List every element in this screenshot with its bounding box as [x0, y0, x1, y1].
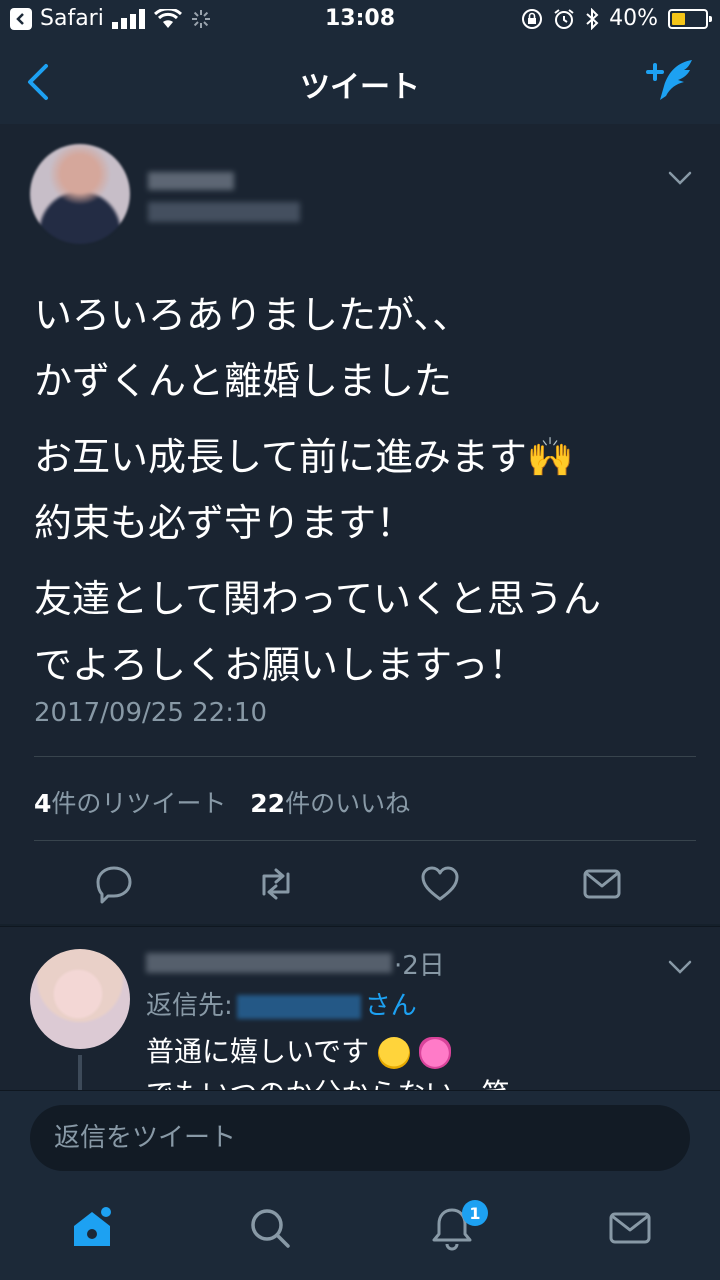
bluetooth-icon — [586, 7, 599, 30]
retweet-label: 件のリツイート — [51, 789, 227, 818]
reply-text-line: 普通に嬉しいです — [146, 1035, 370, 1068]
like-label: 件のいいね — [285, 789, 411, 818]
reply-composer — [0, 1090, 720, 1187]
tweet-stats: 4件のリツイート 22件のいいね — [34, 784, 410, 820]
thread-line — [78, 1055, 82, 1091]
avatar[interactable] — [30, 144, 130, 244]
tweet-line: お互い成長して前に進みます🙌 — [34, 435, 575, 479]
reply-to-prefix: 返信先: — [146, 991, 233, 1021]
like-count: 22 — [250, 789, 286, 818]
retweet-stat[interactable]: 4件のリツイート — [34, 789, 226, 818]
chevron-down-icon[interactable] — [666, 168, 694, 188]
status-bar: Safari 13:08 40% — [0, 0, 720, 40]
direct-message-icon[interactable] — [582, 864, 622, 904]
reply-tweet[interactable]: ·2日 返信先: さん 普通に嬉しいです でもいつのか分からない 笑 — [0, 926, 720, 1091]
retweet-count: 4 — [34, 789, 52, 818]
messages-icon[interactable] — [606, 1204, 654, 1252]
reply-avatar[interactable] — [30, 949, 130, 1049]
tweet-line: かずくんと離婚しました — [34, 359, 453, 403]
tweet-line: いろいろありましたが、、 — [34, 293, 471, 337]
display-name-redacted[interactable] — [148, 172, 234, 190]
reply-text-line: でもいつのか分からない 笑 — [146, 1073, 509, 1091]
retweet-icon[interactable] — [256, 864, 296, 904]
divider — [34, 756, 696, 757]
tweet-text: いろいろありましたが、、 かずくんと離婚しました お互い成長して前に進みます🙌 … — [34, 284, 694, 700]
reply-name-redacted[interactable] — [146, 953, 392, 973]
reply-time: ·2日 — [394, 951, 445, 981]
alarm-icon — [554, 8, 574, 29]
reply-to: 返信先: さん — [146, 985, 417, 1022]
battery-percent: 40% — [609, 6, 658, 31]
search-icon[interactable] — [246, 1204, 294, 1252]
reply-text: 普通に嬉しいです でもいつのか分からない 笑 — [146, 1031, 509, 1091]
orientation-lock-icon — [522, 8, 543, 29]
nav-bar: ツイート — [0, 40, 720, 125]
mention-redacted[interactable] — [236, 994, 361, 1019]
notification-badge: 1 — [462, 1200, 488, 1226]
battery-icon — [668, 8, 712, 29]
tweet-line: でよろしくお願いしますっ！ — [34, 643, 527, 687]
reply-icon[interactable] — [94, 864, 134, 904]
reply-to-suffix[interactable]: さん — [365, 991, 417, 1021]
reply-input[interactable] — [30, 1105, 690, 1171]
like-stat[interactable]: 22件のいいね — [250, 789, 410, 818]
tweet-actions — [0, 840, 720, 924]
tweet-timestamp: 2017/09/25 22:10 — [34, 698, 268, 728]
home-icon[interactable] — [68, 1204, 116, 1252]
winking-tongue-emoji-icon — [378, 1037, 411, 1069]
reply-line-1: 普通に嬉しいです — [146, 1031, 509, 1073]
battery-level — [672, 12, 685, 25]
tab-bar — [0, 1186, 720, 1280]
pink-heart-emoji-icon — [418, 1037, 451, 1069]
tweet-line: 約束も必ず守ります！ — [34, 501, 415, 545]
tweet-line: 友達として関わっていくと思うん — [34, 577, 601, 621]
status-right: 40% — [521, 6, 712, 31]
compose-tweet-icon[interactable] — [644, 56, 696, 104]
chevron-down-icon[interactable] — [666, 957, 694, 977]
page-title: ツイート — [300, 70, 420, 105]
main-tweet: いろいろありましたが、、 かずくんと離婚しました お互い成長して前に進みます🙌 … — [0, 124, 720, 924]
like-heart-icon[interactable] — [420, 864, 460, 904]
username-redacted[interactable] — [148, 202, 300, 222]
